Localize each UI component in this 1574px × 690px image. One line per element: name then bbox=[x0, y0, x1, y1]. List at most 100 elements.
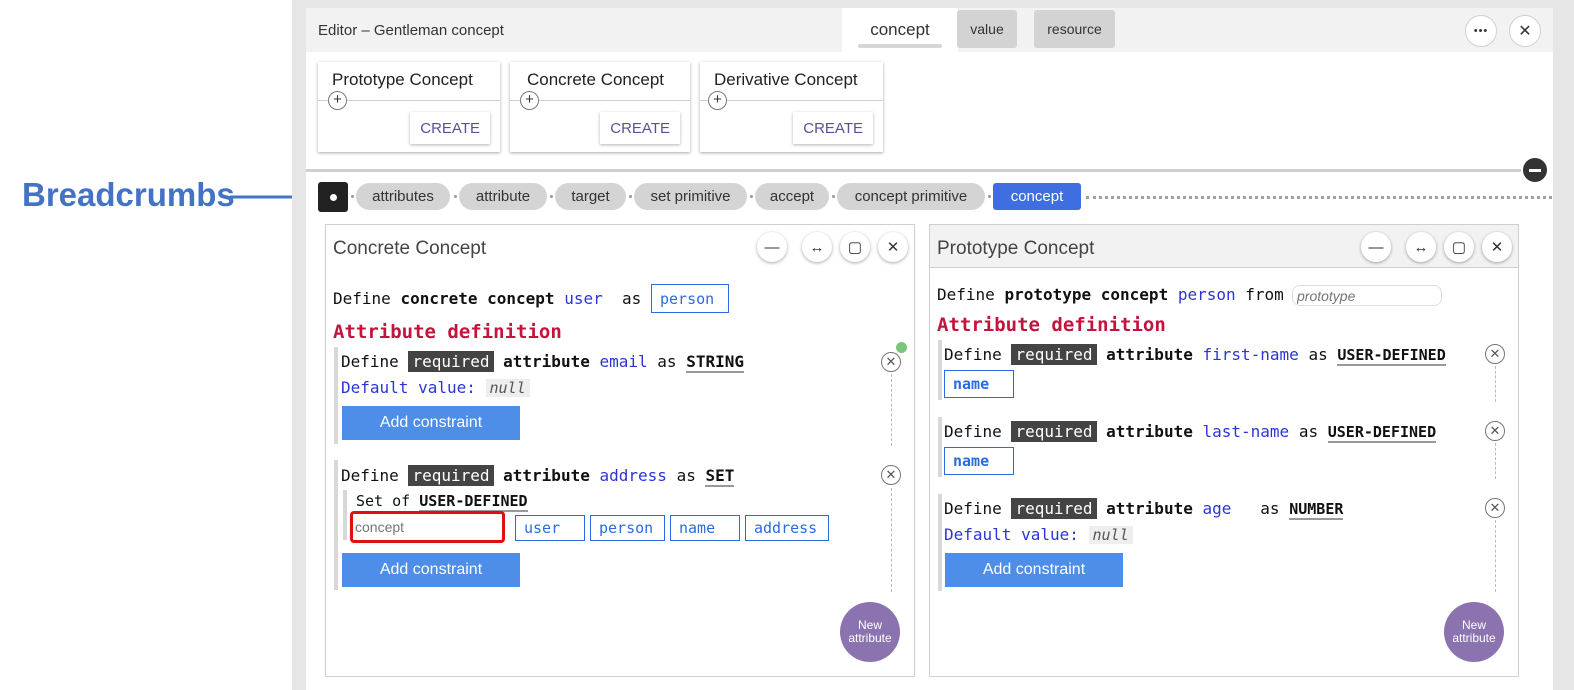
attribute-type[interactable]: USER-DEFINED bbox=[1337, 346, 1446, 366]
minimize-icon[interactable]: — bbox=[1361, 232, 1391, 262]
guide-line bbox=[1495, 443, 1496, 479]
required-badge[interactable]: required bbox=[1011, 421, 1097, 442]
definition-line: Define concrete concept user as bbox=[333, 289, 641, 308]
maximize-icon[interactable]: ▢ bbox=[840, 232, 870, 262]
section-heading: Attribute definition bbox=[333, 321, 562, 343]
expand-plus-icon[interactable]: + bbox=[328, 91, 347, 110]
breadcrumb-root[interactable] bbox=[318, 182, 348, 212]
close-pane-icon[interactable]: ✕ bbox=[878, 232, 908, 262]
add-constraint-button[interactable]: Add constraint bbox=[342, 406, 520, 440]
create-card-concrete: Concrete Concept + CREATE bbox=[510, 62, 690, 152]
remove-attribute-icon[interactable]: ✕ bbox=[881, 352, 901, 372]
define-keyword: Define bbox=[944, 422, 1002, 441]
breadcrumb-accept[interactable]: accept bbox=[755, 183, 829, 210]
status-dot-icon bbox=[896, 342, 907, 353]
create-derivative-button[interactable]: CREATE bbox=[793, 112, 873, 144]
widen-icon[interactable]: ↔ bbox=[1406, 232, 1436, 262]
attribute-type[interactable]: SET bbox=[705, 466, 735, 487]
prototype-input[interactable] bbox=[1292, 285, 1442, 306]
attribute-first-name-line: Define required attribute first-name as … bbox=[944, 344, 1446, 366]
close-editor-button[interactable]: ✕ bbox=[1509, 15, 1541, 47]
remove-attribute-icon[interactable]: ✕ bbox=[1485, 344, 1505, 364]
default-value-field[interactable]: null bbox=[485, 379, 530, 397]
attribute-name[interactable]: first-name bbox=[1202, 345, 1298, 364]
pane-title: Prototype Concept bbox=[937, 238, 1095, 259]
breadcrumb-separator bbox=[351, 195, 354, 198]
attribute-type[interactable]: NUMBER bbox=[1289, 500, 1344, 520]
value-type-field[interactable]: name bbox=[944, 447, 1014, 475]
add-constraint-button[interactable]: Add constraint bbox=[945, 553, 1123, 587]
attribute-name[interactable]: last-name bbox=[1202, 422, 1289, 441]
create-prototype-button[interactable]: CREATE bbox=[410, 112, 490, 144]
value-type-field[interactable]: name bbox=[944, 370, 1014, 398]
card-title: Derivative Concept bbox=[714, 70, 858, 89]
more-options-button[interactable]: ••• bbox=[1465, 15, 1497, 47]
set-of-label: Set of bbox=[356, 492, 411, 510]
breadcrumb-attribute[interactable]: attribute bbox=[459, 183, 547, 210]
breadcrumb-target[interactable]: target bbox=[555, 183, 626, 210]
expand-plus-icon[interactable]: + bbox=[520, 91, 539, 110]
as-keyword: as bbox=[1298, 422, 1319, 441]
option-name[interactable]: name bbox=[670, 515, 740, 541]
required-badge[interactable]: required bbox=[408, 351, 494, 372]
create-concrete-button[interactable]: CREATE bbox=[600, 112, 680, 144]
default-value-field[interactable]: null bbox=[1088, 526, 1133, 544]
attribute-type[interactable]: STRING bbox=[686, 352, 744, 373]
collapse-minus-icon[interactable] bbox=[1521, 156, 1549, 184]
as-keyword: as bbox=[622, 289, 642, 308]
minimize-icon[interactable]: — bbox=[757, 232, 787, 262]
as-keyword: as bbox=[1308, 345, 1328, 364]
add-constraint-button[interactable]: Add constraint bbox=[342, 553, 520, 587]
widen-icon[interactable]: ↔ bbox=[802, 232, 832, 262]
concept-name[interactable]: person bbox=[1178, 285, 1236, 304]
breadcrumb-separator bbox=[988, 195, 991, 198]
close-pane-icon[interactable]: ✕ bbox=[1482, 232, 1512, 262]
card-title: Prototype Concept bbox=[332, 70, 473, 89]
expand-plus-icon[interactable]: + bbox=[708, 91, 727, 110]
required-badge[interactable]: required bbox=[1011, 344, 1097, 365]
definition-line: Define prototype concept person from bbox=[937, 285, 1284, 304]
from-keyword: from bbox=[1245, 285, 1284, 304]
attribute-name[interactable]: age bbox=[1202, 499, 1231, 518]
breadcrumb-attributes[interactable]: attributes bbox=[356, 183, 450, 210]
new-attribute-button[interactable]: New attribute bbox=[1444, 602, 1504, 662]
breadcrumb-concept-primitive[interactable]: concept primitive bbox=[837, 183, 985, 210]
breadcrumb-concept-active[interactable]: concept bbox=[993, 183, 1081, 210]
attribute-name[interactable]: email bbox=[599, 352, 647, 371]
remove-attribute-icon[interactable]: ✕ bbox=[881, 465, 901, 485]
attribute-keyword: attribute bbox=[1106, 499, 1193, 518]
tab-value[interactable]: value bbox=[957, 10, 1017, 48]
guide-line bbox=[891, 374, 892, 446]
required-badge[interactable]: required bbox=[1011, 498, 1097, 519]
base-prototype-field[interactable]: person bbox=[651, 284, 729, 313]
default-value-line: Default value: null bbox=[341, 378, 530, 397]
new-attribute-button[interactable]: New attribute bbox=[840, 602, 900, 662]
default-value-label: Default value: bbox=[341, 378, 476, 397]
option-address[interactable]: address bbox=[745, 515, 829, 541]
define-keyword: Define bbox=[341, 466, 399, 485]
attribute-age-line: Define required attribute age as NUMBER bbox=[944, 498, 1344, 520]
option-user[interactable]: user bbox=[515, 515, 585, 541]
tab-resource[interactable]: resource bbox=[1034, 10, 1115, 48]
attribute-name[interactable]: address bbox=[599, 466, 666, 485]
attribute-bar bbox=[938, 340, 942, 400]
editor-title: Editor – Gentleman concept bbox=[318, 22, 504, 39]
remove-attribute-icon[interactable]: ✕ bbox=[1485, 421, 1505, 441]
guide-line bbox=[1495, 366, 1496, 402]
required-badge[interactable]: required bbox=[408, 465, 494, 486]
guide-line bbox=[1495, 520, 1496, 592]
default-value-line: Default value: null bbox=[944, 525, 1133, 544]
attribute-type[interactable]: USER-DEFINED bbox=[1327, 423, 1437, 443]
option-person[interactable]: person bbox=[590, 515, 665, 541]
pane-title: Concrete Concept bbox=[333, 238, 487, 259]
set-of-line: Set of USER-DEFINED bbox=[356, 492, 528, 512]
remove-attribute-icon[interactable]: ✕ bbox=[1485, 498, 1505, 518]
breadcrumb-set-primitive[interactable]: set primitive bbox=[634, 183, 747, 210]
concept-name[interactable]: user bbox=[564, 289, 603, 308]
maximize-icon[interactable]: ▢ bbox=[1444, 232, 1474, 262]
breadcrumb-separator bbox=[629, 195, 632, 198]
set-type[interactable]: USER-DEFINED bbox=[419, 492, 528, 512]
define-keyword: Define bbox=[944, 499, 1002, 518]
as-keyword: as bbox=[1260, 499, 1280, 518]
concept-search-input[interactable] bbox=[355, 516, 500, 538]
